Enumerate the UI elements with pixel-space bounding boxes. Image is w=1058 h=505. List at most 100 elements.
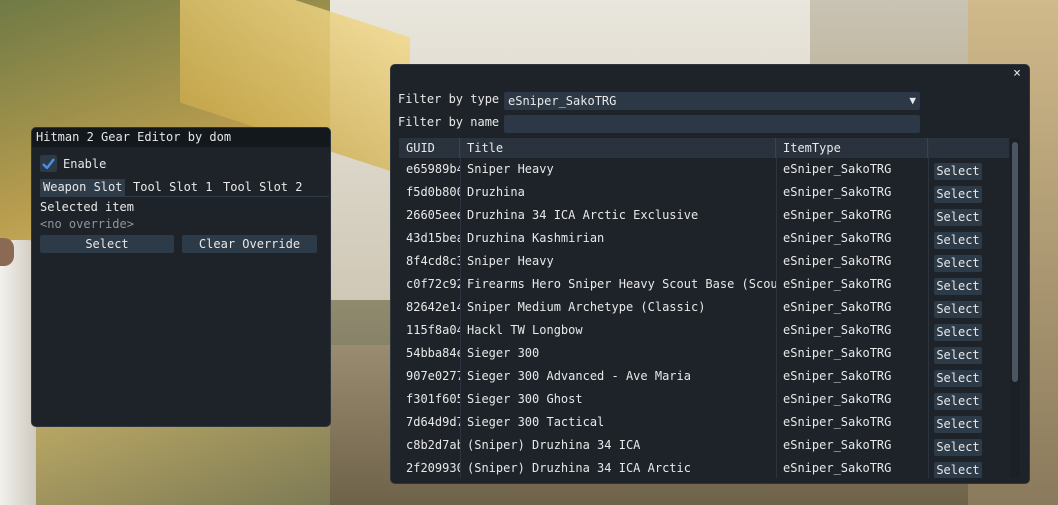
cell-title: Hackl TW Longbow <box>467 323 583 337</box>
cell-title: Sieger 300 Ghost <box>467 392 583 406</box>
cell-title: Sieger 300 Tactical <box>467 415 605 429</box>
table-row[interactable]: 2f209930 (Sniper) Druzhina 34 ICA Arctic e… <box>399 459 1009 478</box>
table-row[interactable]: 7d64d9d7 Sieger 300 Tactical eSniper_SakoT… <box>399 413 1009 436</box>
cell-itemtype: eSniper_SakoTRG <box>783 162 892 176</box>
cell-title: Sniper Heavy <box>467 162 554 176</box>
select-button[interactable]: Select <box>40 235 174 253</box>
clear-override-button[interactable]: Clear Override <box>182 235 317 253</box>
cell-title: Druzhina <box>467 185 525 199</box>
table-row[interactable]: 8f4cd8c3 Sniper Heavy eSniper_SakoTRG Selec… <box>399 252 1009 275</box>
filter-type-value: eSniper_SakoTRG <box>508 94 617 108</box>
cell-itemtype: eSniper_SakoTRG <box>783 461 892 475</box>
cell-title: Sniper Medium Archetype (Classic) <box>467 300 706 314</box>
cell-itemtype: eSniper_SakoTRG <box>783 346 892 360</box>
cell-title: Druzhina Kashmirian <box>467 231 605 245</box>
cell-itemtype: eSniper_SakoTRG <box>783 438 892 452</box>
table-row[interactable]: 43d15bea Druzhina Kashmirian eSniper_SakoT… <box>399 229 1009 252</box>
selected-item-value: <no override> <box>40 217 134 231</box>
cell-guid: 26605eee <box>406 208 460 222</box>
column-title[interactable]: Title <box>460 138 776 158</box>
cell-guid: 2f209930 <box>406 461 460 475</box>
cell-guid: f5d0b800 <box>406 185 460 199</box>
selected-item-label: Selected item <box>40 200 134 214</box>
table-header: GUID Title ItemType <box>399 138 1009 158</box>
cell-guid: 7d64d9d7 <box>406 415 460 429</box>
cell-guid: 115f8a04 <box>406 323 460 337</box>
table-row[interactable]: f301f605 Sieger 300 Ghost eSniper_SakoTRG S… <box>399 390 1009 413</box>
column-itemtype[interactable]: ItemType <box>776 138 928 158</box>
table-row[interactable]: 907e0277 Sieger 300 Advanced - Ave Maria e… <box>399 367 1009 390</box>
cell-itemtype: eSniper_SakoTRG <box>783 254 892 268</box>
enable-label: Enable <box>63 156 107 171</box>
cell-itemtype: eSniper_SakoTRG <box>783 300 892 314</box>
cell-itemtype: eSniper_SakoTRG <box>783 369 892 383</box>
row-select-button[interactable]: Select <box>934 209 982 226</box>
table-row[interactable]: c0f72c92 Firearms Hero Sniper Heavy Scout… <box>399 275 1009 298</box>
column-guid[interactable]: GUID <box>399 138 460 158</box>
slot-tabs: Weapon Slot Tool Slot 1 Tool Slot 2 <box>40 179 329 197</box>
row-select-button[interactable]: Select <box>934 416 982 433</box>
scrollbar-thumb[interactable] <box>1012 142 1018 382</box>
tab-weapon-slot[interactable]: Weapon Slot <box>40 179 126 196</box>
cell-title: Sieger 300 <box>467 346 540 360</box>
cell-guid: 43d15bea <box>406 231 460 245</box>
close-icon[interactable]: × <box>1009 66 1025 82</box>
cell-guid: 907e0277 <box>406 369 460 383</box>
enable-checkbox-row[interactable]: Enable <box>40 155 106 172</box>
filter-name-input[interactable] <box>504 115 920 133</box>
row-select-button[interactable]: Select <box>934 324 982 341</box>
row-select-button[interactable]: Select <box>934 255 982 272</box>
cell-guid: 54bba84e <box>406 346 460 360</box>
gear-editor-window: Hitman 2 Gear Editor by dom Enable Weapo… <box>31 127 331 427</box>
tab-tool-slot-2[interactable]: Tool Slot 2 <box>220 179 305 196</box>
cell-itemtype: eSniper_SakoTRG <box>783 185 892 199</box>
row-select-button[interactable]: Select <box>934 186 982 203</box>
cell-title: Firearms Hero Sniper Heavy Scout Base (S… <box>467 277 776 291</box>
dropdown-arrow-icon: ▼ <box>909 94 916 107</box>
filter-type-combo[interactable]: eSniper_SakoTRG ▼ <box>504 92 920 110</box>
row-select-button[interactable]: Select <box>934 439 982 456</box>
enable-checkbox[interactable] <box>40 155 57 172</box>
cell-itemtype: eSniper_SakoTRG <box>783 415 892 429</box>
row-select-button[interactable]: Select <box>934 163 982 180</box>
cell-guid: c8b2d7ab <box>406 438 460 452</box>
row-select-button[interactable]: Select <box>934 370 982 387</box>
table-row[interactable]: 115f8a04 Hackl TW Longbow eSniper_SakoTRG S… <box>399 321 1009 344</box>
column-action <box>928 138 1009 158</box>
cell-title: Sieger 300 Advanced - Ave Maria <box>467 369 691 383</box>
cell-itemtype: eSniper_SakoTRG <box>783 231 892 245</box>
row-select-button[interactable]: Select <box>934 301 982 318</box>
table-row[interactable]: e65989b4 Sniper Heavy eSniper_SakoTRG Selec… <box>399 160 1009 183</box>
gear-editor-title[interactable]: Hitman 2 Gear Editor by dom <box>32 128 330 147</box>
cell-title: Sniper Heavy <box>467 254 554 268</box>
table-row[interactable]: f5d0b800 Druzhina eSniper_SakoTRG Select <box>399 183 1009 206</box>
item-table: GUID Title ItemType e65989b4 Sniper Heavy… <box>399 138 1009 478</box>
vertical-scrollbar[interactable] <box>1010 138 1020 478</box>
character-head <box>0 238 14 266</box>
row-select-button[interactable]: Select <box>934 462 982 478</box>
table-row[interactable]: 26605eee Druzhina 34 ICA Arctic Exclusive… <box>399 206 1009 229</box>
table-row[interactable]: 54bba84e Sieger 300 eSniper_SakoTRG Select <box>399 344 1009 367</box>
table-row[interactable]: 82642e14 Sniper Medium Archetype (Classic… <box>399 298 1009 321</box>
cell-title: (Sniper) Druzhina 34 ICA <box>467 438 641 452</box>
filter-type-label: Filter by type <box>398 92 500 106</box>
cell-guid: f301f605 <box>406 392 460 406</box>
cell-title: (Sniper) Druzhina 34 ICA Arctic <box>467 461 691 475</box>
cell-itemtype: eSniper_SakoTRG <box>783 392 892 406</box>
cell-guid: e65989b4 <box>406 162 460 176</box>
cell-itemtype: eSniper_SakoTRG <box>783 208 892 222</box>
table-row[interactable]: c8b2d7ab (Sniper) Druzhina 34 ICA eSniper_… <box>399 436 1009 459</box>
row-select-button[interactable]: Select <box>934 278 982 295</box>
row-select-button[interactable]: Select <box>934 232 982 249</box>
cell-guid: 8f4cd8c3 <box>406 254 460 268</box>
cell-itemtype: eSniper_SakoTRG <box>783 277 892 291</box>
cell-title: Druzhina 34 ICA Arctic Exclusive <box>467 208 699 222</box>
row-select-button[interactable]: Select <box>934 393 982 410</box>
cell-guid: c0f72c92 <box>406 277 460 291</box>
cell-guid: 82642e14 <box>406 300 460 314</box>
tab-tool-slot-1[interactable]: Tool Slot 1 <box>130 179 215 196</box>
filter-name-label: Filter by name <box>398 115 500 129</box>
row-select-button[interactable]: Select <box>934 347 982 364</box>
item-browser-window: × Filter by type eSniper_SakoTRG ▼ Filte… <box>390 64 1030 484</box>
checkmark-icon <box>42 158 55 169</box>
